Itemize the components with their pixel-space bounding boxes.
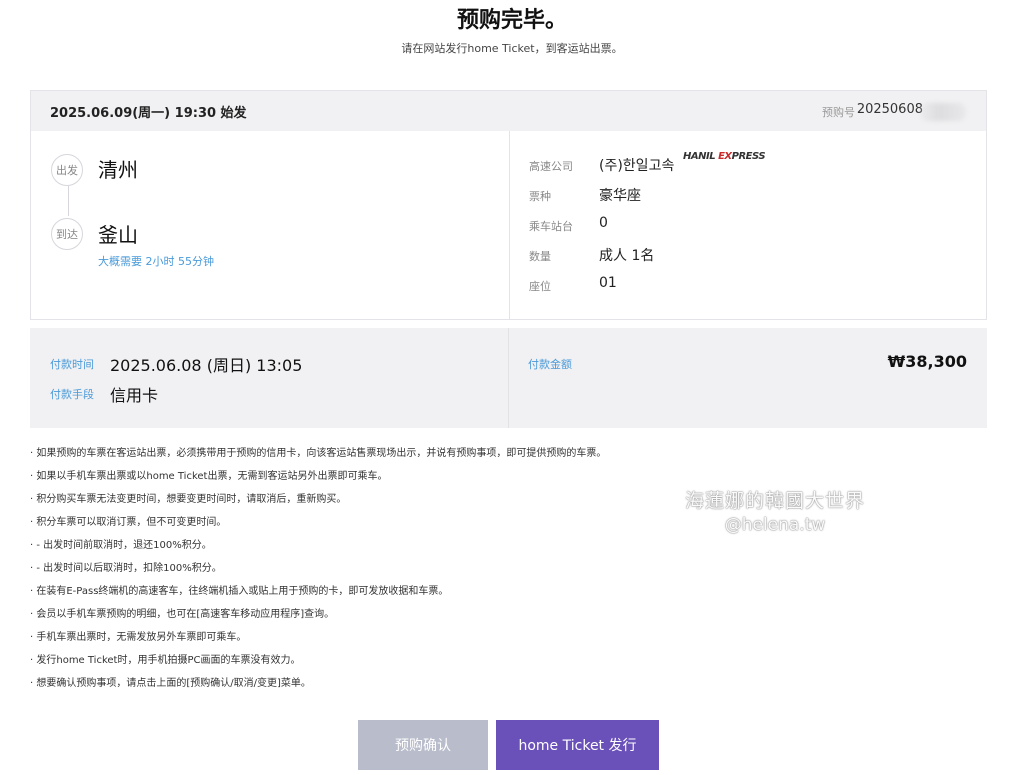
payment-time-label: 付款时间 [50,358,94,371]
payment-panel: 付款时间 2025.06.08 (周日) 13:05 付款手段 信用卡 付款金额… [30,328,987,428]
hanil-express-logo: HANIL EXPRESS [683,151,766,162]
ticket-card: 2025.06.09(周一) 19:30 始发 预购号 20250608 出发 … [30,90,987,320]
detail-label-ticket-type: 票种 [529,190,551,203]
departure-city: 清州 [98,158,138,182]
issue-home-ticket-button[interactable]: home Ticket 发行 [496,720,659,770]
detail-value-platform: 0 [599,215,608,231]
detail-label-quantity: 数量 [529,250,551,263]
detail-label-seat: 座位 [529,280,551,293]
payment-method-value: 信用卡 [110,386,159,405]
detail-value-ticket-type: 豪华座 [599,188,641,204]
ticket-card-header: 2025.06.09(周一) 19:30 始发 预购号 20250608 [31,91,986,131]
payment-method-label: 付款手段 [50,388,94,401]
notice-item: · 如果预购的车票在客运站出票，必须携带用于预购的信用卡，向该客运站售票现场出示… [30,448,607,459]
detail-label-company: 高速公司 [529,160,573,173]
page-title: 预购完毕。 [456,8,567,33]
route-line [68,186,69,216]
notice-item: · 在装有E-Pass终端机的高速客车，往终端机插入或贴上用于预购的卡，即可发放… [30,586,449,597]
watermark-title: 海蓮娜的韓國大世界 [684,490,865,512]
detail-label-platform: 乘车站台 [529,220,573,233]
reservation-number-label: 预购号 [822,106,855,119]
payment-time-value: 2025.06.08 (周日) 13:05 [110,356,303,375]
detail-value-seat: 01 [599,275,617,291]
watermark-handle: @helena.tw [724,515,826,535]
notice-item: · 想要确认预购事项，请点击上面的[预购确认/取消/变更]菜单。 [30,678,311,689]
payment-amount-value: ₩38,300 [887,352,967,371]
notice-item: · - 出发时间前取消时，退还100%积分。 [30,540,212,551]
trip-duration: 大概需要 2小时 55分钟 [98,255,214,268]
notice-item: · 如果以手机车票出票或以home Ticket出票，无需到客运站另外出票即可乘… [30,471,388,482]
detail-value-company: (주)한일고속 [599,158,675,174]
payment-divider [508,328,509,428]
departure-datetime: 2025.06.09(周一) 19:30 始发 [50,106,247,121]
detail-value-quantity: 成人 1名 [599,248,655,264]
page-subtitle: 请在网站发行home Ticket，到客运站出票。 [401,42,623,55]
notice-item: · - 出发时间以后取消时，扣除100%积分。 [30,563,222,574]
card-divider [509,131,510,320]
arrival-tag: 到达 [51,218,83,250]
notice-item: · 发行home Ticket时，用手机拍摄PC画面的车票没有效力。 [30,655,301,666]
notice-item: · 会员以手机车票预购的明细，也可在[高速客车移动应用程序]查询。 [30,609,335,620]
reservation-number: 20250608 [856,102,923,117]
watermark: 海蓮娜的韓國大世界 @helena.tw [640,486,910,535]
departure-tag: 出发 [51,154,83,186]
notice-list: · 如果预购的车票在客运站出票，必须携带用于预购的信用卡，向该客运站售票现场出示… [30,442,750,695]
redacted-mask [920,103,966,121]
payment-amount-label: 付款金额 [528,358,572,371]
reservation-confirm-button[interactable]: 预购确认 [358,720,488,770]
notice-item: · 手机车票出票时，无需发放另外车票即可乘车。 [30,632,247,643]
arrival-city: 釜山 [98,223,138,247]
